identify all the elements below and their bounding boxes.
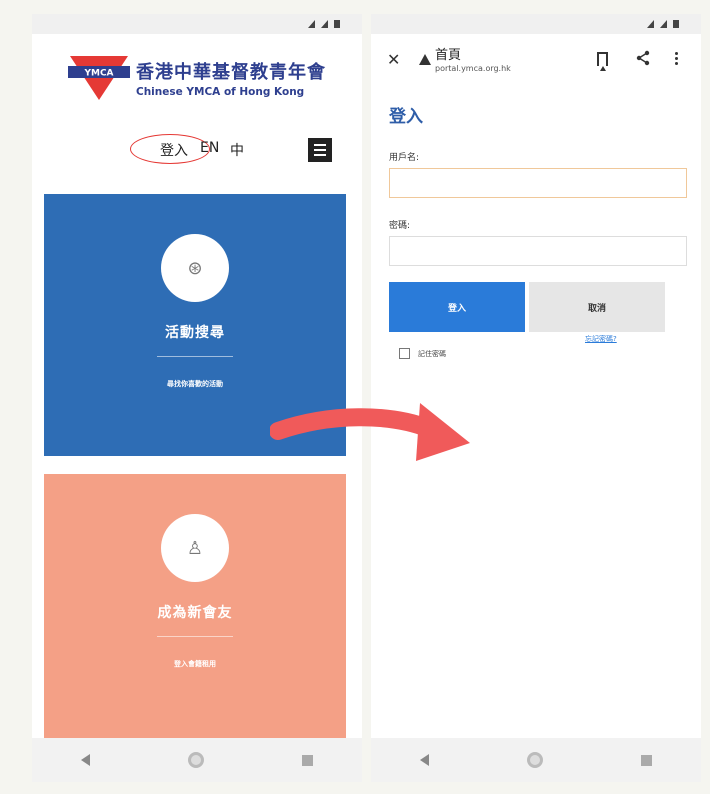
back-icon[interactable] (420, 754, 429, 766)
home-icon[interactable] (527, 752, 543, 768)
browser-url[interactable]: portal.ymca.org.hk (435, 64, 511, 73)
browser-page-title: 首頁 (435, 48, 462, 63)
battery-icon (673, 20, 679, 28)
back-icon[interactable] (81, 754, 90, 766)
android-nav-bar (32, 738, 362, 782)
recent-apps-icon[interactable] (302, 754, 313, 766)
login-button[interactable]: 登入 (389, 282, 525, 332)
signal-icon (660, 20, 667, 28)
username-label: 用戶名: (389, 153, 420, 163)
cancel-button[interactable]: 取消 (529, 282, 665, 332)
language-en-link[interactable]: EN (200, 140, 219, 156)
transition-arrow-icon (270, 403, 470, 461)
logo-name-zh: 香港中華基督教青年會 (136, 62, 326, 83)
basketball-icon: ⊛ (161, 234, 229, 302)
card-divider (157, 636, 233, 637)
wifi-icon (308, 20, 315, 28)
header-links: 登入 EN 中 (32, 134, 362, 166)
android-nav-bar (371, 738, 701, 782)
card-title: 活動搜尋 (165, 325, 225, 341)
ymca-emblem: YMCA (68, 54, 130, 102)
card-divider (157, 356, 233, 357)
password-input[interactable] (389, 236, 687, 266)
warning-icon[interactable] (419, 54, 431, 65)
logo-name-en: Chinese YMCA of Hong Kong (136, 86, 305, 98)
recent-apps-icon[interactable] (641, 754, 652, 766)
person-icon: ♙ (161, 514, 229, 582)
hamburger-menu-button[interactable] (308, 138, 332, 162)
card-subtitle: 登入會籍租用 (174, 660, 216, 668)
remember-password-label: 記住密碼 (418, 349, 446, 358)
language-zh-link[interactable]: 中 (230, 140, 244, 160)
remember-password-row[interactable]: 記住密碼 (399, 348, 446, 359)
card-title: 成為新會友 (157, 605, 233, 621)
close-icon[interactable]: ✕ (387, 50, 400, 69)
wifi-icon (647, 20, 654, 28)
status-bar (371, 14, 701, 34)
browser-toolbar: ✕ 首頁 portal.ymca.org.hk (371, 34, 701, 88)
forgot-password-link[interactable]: 忘記密碼? (585, 334, 617, 344)
new-member-card[interactable]: ♙ 成為新會友 登入會籍租用 (44, 474, 346, 744)
password-label: 密碼: (389, 221, 411, 231)
signal-icon (321, 20, 328, 28)
login-link[interactable]: 登入 (160, 140, 188, 160)
home-icon[interactable] (188, 752, 204, 768)
status-bar (32, 14, 362, 34)
share-icon[interactable] (635, 50, 651, 70)
ymca-emblem-text: YMCA (83, 69, 113, 79)
login-heading: 登入 (389, 107, 423, 127)
remember-password-checkbox[interactable] (399, 348, 410, 359)
username-input[interactable] (389, 168, 687, 198)
more-options-icon[interactable] (675, 52, 678, 65)
card-subtitle: 尋找你喜歡的活動 (167, 380, 223, 388)
ymca-logo[interactable]: YMCA 香港中華基督教青年會 Chinese YMCA of Hong Kon… (68, 54, 326, 102)
bookmark-icon[interactable] (597, 52, 608, 71)
battery-icon (334, 20, 340, 28)
